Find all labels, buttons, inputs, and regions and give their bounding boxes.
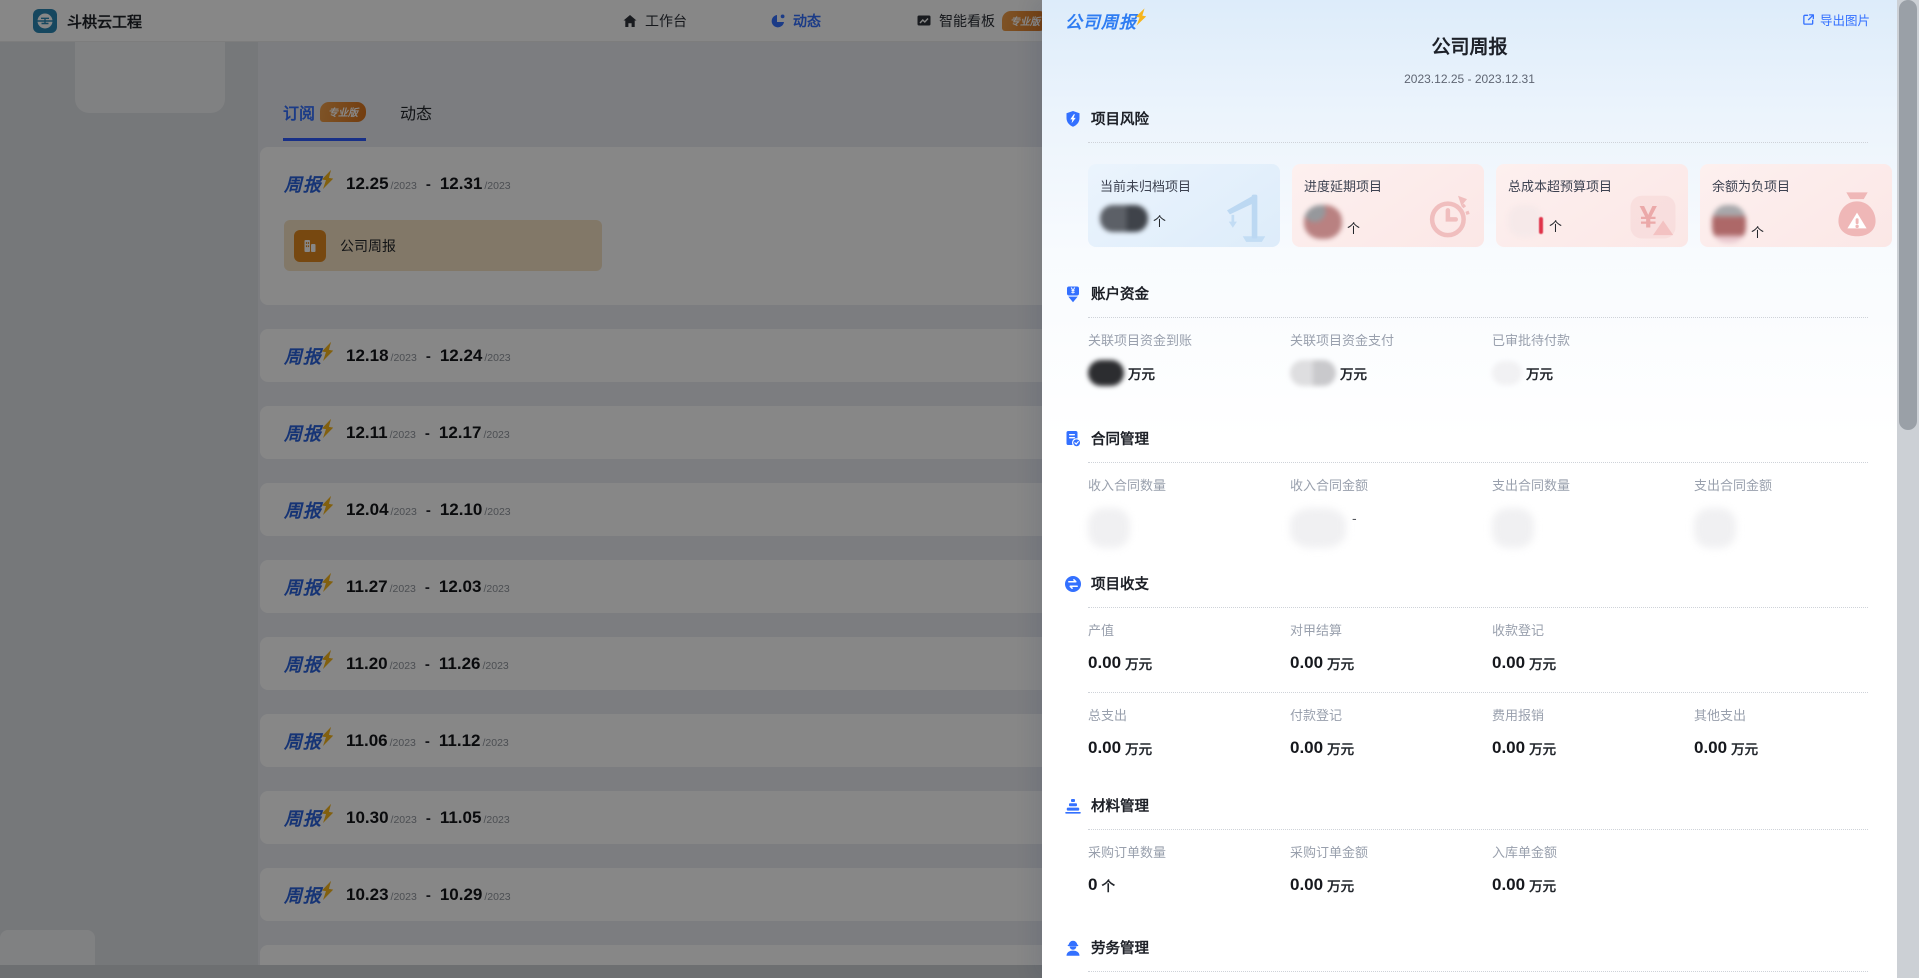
redacted-value [1088, 508, 1130, 548]
stat-approved-pending: 已审批待付款 万元 [1492, 330, 1694, 386]
section-project-balance: 项目收支 产值 0.00万元 对甲结算 0.00万元 收款登记 0.00万元 [1088, 573, 1868, 761]
redacted-value [1290, 508, 1346, 548]
contract-document-icon [1064, 430, 1082, 448]
transfer-arrows-icon [1064, 575, 1082, 593]
yen-budget-icon: ¥ [1626, 189, 1680, 243]
redacted-value [1492, 361, 1522, 385]
risk-card-over-budget[interactable]: 总成本超预算项目 个 ¥ [1496, 164, 1688, 247]
stat-owner-settlement: 对甲结算 0.00万元 [1290, 620, 1492, 676]
divider [1088, 607, 1868, 608]
section-material-management: 材料管理 采购订单数量 0个 采购订单金额 0.00万元 入库单金额 0.00万… [1088, 795, 1868, 898]
redacted-value [1492, 508, 1534, 548]
money-bag-warning-icon [1830, 189, 1884, 243]
crane-icon [1218, 189, 1272, 243]
divider [1088, 462, 1868, 463]
section-project-risk: 项目风险 当前未归档项目 个 进度延期项目 个 [1088, 108, 1868, 247]
section-contract-management: 合同管理 收入合同数量 收入合同金额 - 支出合同数量 支出合同金额 [1088, 428, 1868, 548]
report-date-range: 2023.12.25 - 2023.12.31 [1042, 72, 1897, 86]
redacted-value [1694, 508, 1736, 548]
stat-receipt-register: 收款登记 0.00万元 [1492, 620, 1694, 676]
stat-payment-register: 付款登记 0.00万元 [1290, 705, 1492, 761]
stat-funds-paid: 关联项目资金支付 万元 [1290, 330, 1492, 386]
export-image-button[interactable]: 导出图片 [1802, 10, 1870, 29]
divider [1088, 142, 1868, 143]
stat-income-contract-count: 收入合同数量 [1088, 475, 1290, 548]
stat-income-contract-amount: 收入合同金额 - [1290, 475, 1492, 548]
redacted-value [1304, 205, 1342, 239]
stat-expense-contract-amount: 支出合同金额 [1694, 475, 1896, 548]
section-labor-management: 劳务管理 [1088, 937, 1868, 972]
stat-inbound-amount: 入库单金额 0.00万元 [1492, 842, 1694, 898]
divider [1088, 317, 1868, 318]
divider [1088, 692, 1868, 693]
divider [1088, 971, 1868, 972]
company-weekly-report-drawer: 公司周报 导出图片 公司周报 2023.12.25 - 2023.12.31 项… [1042, 0, 1897, 978]
material-pile-icon [1064, 797, 1082, 815]
risk-card-negative-balance[interactable]: 余额为负项目 个 [1700, 164, 1892, 247]
report-title: 公司周报 [1042, 32, 1897, 59]
divider [1088, 829, 1868, 830]
drawer-brand-logo: 公司周报 [1065, 8, 1137, 33]
section-account-funds: ¥ 账户资金 关联项目资金到账 万元 关联项目资金支付 万元 已审批待付款 万元 [1088, 283, 1868, 386]
stat-expense-reimbursement: 费用报销 0.00万元 [1492, 705, 1694, 761]
stat-purchase-order-count: 采购订单数量 0个 [1088, 842, 1290, 898]
risk-card-unarchived[interactable]: 当前未归档项目 个 [1088, 164, 1280, 247]
stopwatch-icon [1422, 189, 1476, 243]
stat-purchase-order-amount: 采购订单金额 0.00万元 [1290, 842, 1492, 898]
redacted-value [1100, 205, 1148, 232]
redacted-value [1290, 360, 1336, 386]
redacted-value [1508, 205, 1542, 237]
stat-output-value: 产值 0.00万元 [1088, 620, 1290, 676]
export-icon [1802, 13, 1815, 26]
svg-text:¥: ¥ [1071, 286, 1076, 295]
stat-expense-contract-count: 支出合同数量 [1492, 475, 1694, 548]
overlay-mask[interactable] [0, 0, 1042, 978]
vertical-scrollbar[interactable] [1897, 0, 1919, 978]
redacted-value [1712, 205, 1746, 243]
funds-yen-arrow-icon: ¥ [1064, 285, 1082, 303]
shield-risk-icon [1064, 110, 1082, 128]
redacted-mark [1539, 217, 1543, 234]
scrollbar-thumb[interactable] [1899, 0, 1917, 430]
stat-other-expense: 其他支出 0.00万元 [1694, 705, 1896, 761]
app-root: 斗栱云工程 工作台 动态 智能看板 专业版 订阅 专业版 动态 [0, 0, 1919, 978]
stat-total-expense: 总支出 0.00万元 [1088, 705, 1290, 761]
redacted-value [1088, 360, 1124, 386]
worker-icon [1064, 939, 1082, 957]
svg-text:¥: ¥ [1640, 198, 1658, 234]
stat-funds-received: 关联项目资金到账 万元 [1088, 330, 1290, 386]
risk-card-delayed[interactable]: 进度延期项目 个 [1292, 164, 1484, 247]
